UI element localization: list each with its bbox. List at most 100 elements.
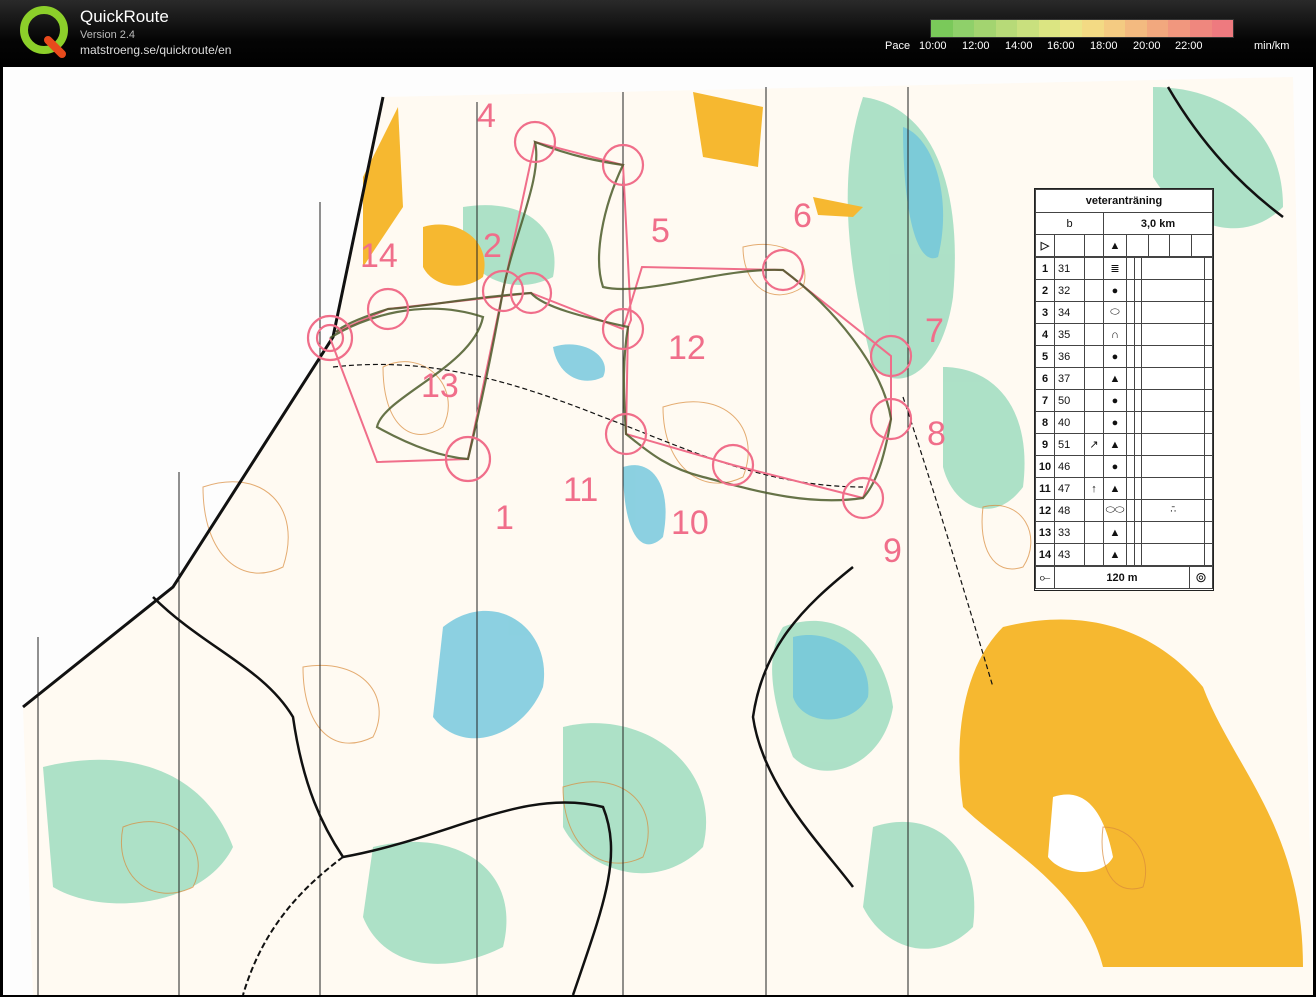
- description-row: 5 36 ●: [1035, 345, 1213, 368]
- pace-tick: 14:00: [1005, 40, 1033, 52]
- feature-symbol-icon: ∩: [1103, 323, 1127, 346]
- detail-icon: [1141, 411, 1206, 434]
- finish-circle-icon: ⊚: [1189, 566, 1213, 589]
- pace-swatch: [931, 20, 953, 37]
- description-cell: [1133, 455, 1143, 478]
- control-code-cell: 35: [1054, 323, 1085, 346]
- description-cell: [1126, 521, 1135, 544]
- pace-tick: 12:00: [962, 40, 990, 52]
- which-feature-icon: [1084, 301, 1104, 324]
- app-url[interactable]: matstroeng.se/quickroute/en: [80, 43, 231, 57]
- description-cell: [1126, 543, 1135, 566]
- finish-start-icon: ⟜: [1035, 566, 1055, 589]
- description-cell: [1204, 323, 1213, 346]
- control-number: 13: [421, 367, 459, 405]
- feature-symbol-icon: ▲: [1103, 543, 1127, 566]
- which-feature-icon: ↑: [1084, 477, 1104, 500]
- app-version: Version 2.4: [80, 29, 136, 41]
- control-code-cell: 51: [1054, 433, 1085, 456]
- control-code-cell: 34: [1054, 301, 1085, 324]
- control-number: 7: [925, 312, 944, 350]
- pace-unit: min/km: [1254, 40, 1290, 52]
- which-feature-icon: ↗: [1084, 433, 1104, 456]
- pace-tick: 20:00: [1133, 40, 1161, 52]
- pace-swatch: [1017, 20, 1039, 37]
- description-row: 6 37 ▲: [1035, 367, 1213, 390]
- description-cell: [1126, 411, 1135, 434]
- description-cell: [1133, 411, 1143, 434]
- description-row: 4 35 ∩: [1035, 323, 1213, 346]
- description-cell: [1133, 433, 1143, 456]
- description-row: 3 34 ⬭: [1035, 301, 1213, 324]
- which-feature-icon: [1084, 389, 1104, 412]
- control-code-cell: 32: [1054, 279, 1085, 302]
- description-cell: [1126, 367, 1135, 390]
- which-feature-icon: [1084, 323, 1104, 346]
- description-cell: [1133, 543, 1143, 566]
- description-cell: [1126, 257, 1135, 280]
- control-number-cell: 4: [1035, 323, 1055, 346]
- pace-swatch: [995, 20, 1018, 37]
- which-feature-icon: [1084, 543, 1104, 566]
- pace-swatch: [1103, 20, 1126, 37]
- description-cell: [1204, 367, 1213, 390]
- pace-swatch: [1211, 20, 1234, 37]
- feature-symbol-icon: ●: [1103, 411, 1127, 434]
- description-cell: [1133, 477, 1143, 500]
- feature-symbol-icon: ⬭⬭: [1103, 499, 1127, 522]
- which-feature-icon: [1084, 521, 1104, 544]
- description-cell: [1126, 499, 1135, 522]
- description-cell: [1204, 345, 1213, 368]
- feature-symbol-icon: ●: [1103, 455, 1127, 478]
- description-cell: [1204, 257, 1213, 280]
- detail-icon: [1141, 279, 1206, 302]
- description-cell: [1133, 389, 1143, 412]
- pace-tick: 22:00: [1175, 40, 1203, 52]
- control-number: 10: [671, 504, 709, 542]
- detail-icon: ·̄·: [1141, 499, 1206, 522]
- description-cell: [1133, 367, 1143, 390]
- control-code-cell: 47: [1054, 477, 1085, 500]
- control-number-cell: 10: [1035, 455, 1055, 478]
- control-number-cell: 8: [1035, 411, 1055, 434]
- description-cell: [1126, 389, 1135, 412]
- description-cell: [1126, 433, 1135, 456]
- description-row: 14 43 ▲: [1035, 543, 1213, 566]
- which-feature-icon: [1084, 455, 1104, 478]
- description-cell: [1126, 323, 1135, 346]
- description-cell: [1204, 543, 1213, 566]
- control-number: 9: [883, 532, 902, 570]
- control-code-cell: 50: [1054, 389, 1085, 412]
- app-title: QuickRoute: [80, 7, 169, 26]
- which-feature-icon: [1084, 345, 1104, 368]
- finish-distance: 120 m: [1054, 566, 1190, 589]
- which-feature-icon: [1084, 257, 1104, 280]
- course-distance: 3,0 km: [1103, 212, 1213, 235]
- detail-icon: [1141, 521, 1206, 544]
- control-number: 1: [495, 499, 514, 537]
- control-number: 14: [360, 237, 398, 275]
- pace-color-scale: [930, 19, 1234, 38]
- control-number: 12: [668, 329, 706, 367]
- which-feature-icon: [1084, 411, 1104, 434]
- quickroute-logo-icon: [20, 6, 68, 58]
- description-cell: [1133, 257, 1143, 280]
- feature-symbol-icon: ●: [1103, 345, 1127, 368]
- pace-swatch: [1060, 20, 1083, 37]
- description-cell: [1204, 411, 1213, 434]
- description-row: 12 48 ⬭⬭ ·̄·: [1035, 499, 1213, 522]
- control-code-cell: 40: [1054, 411, 1085, 434]
- control-number-cell: 14: [1035, 543, 1055, 566]
- feature-symbol-icon: ●: [1103, 389, 1127, 412]
- description-cell: [1126, 345, 1135, 368]
- detail-icon: [1141, 345, 1206, 368]
- description-cell: [1126, 455, 1135, 478]
- feature-symbol-icon: ●: [1103, 279, 1127, 302]
- control-number-cell: 13: [1035, 521, 1055, 544]
- description-row: 2 32 ●: [1035, 279, 1213, 302]
- control-number-cell: 9: [1035, 433, 1055, 456]
- control-number-cell: 6: [1035, 367, 1055, 390]
- pace-tick: 16:00: [1047, 40, 1075, 52]
- which-feature-icon: [1084, 499, 1104, 522]
- description-row: 1 31 ≣: [1035, 257, 1213, 280]
